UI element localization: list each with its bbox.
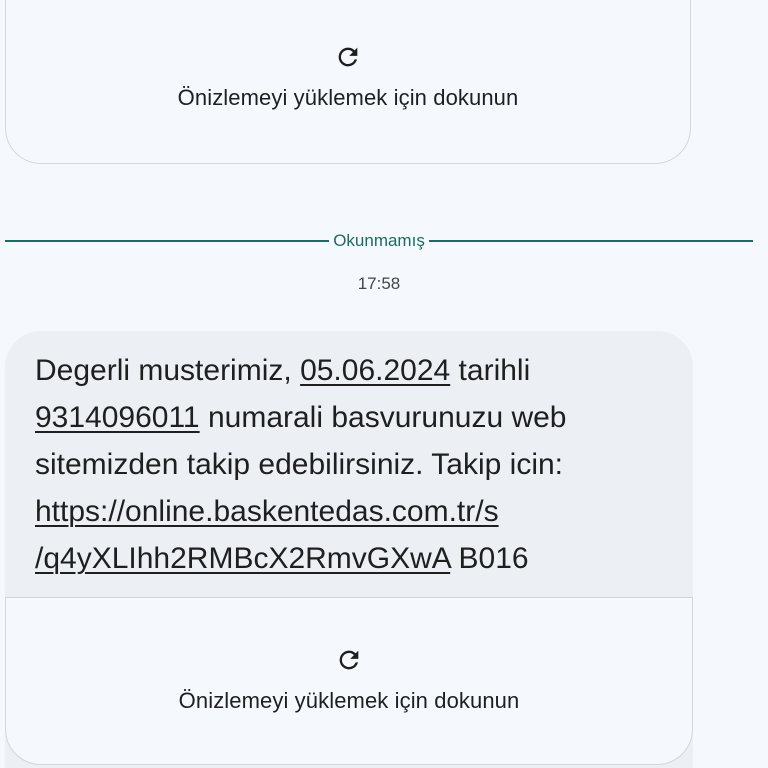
conversation-view: Önizlemeyi yüklemek için dokunun Okunmam…: [0, 0, 768, 768]
message-line-1: Degerli musterimiz, 05.06.2024 tarihli: [35, 347, 675, 394]
message-text: Degerli musterimiz, 05.06.2024 tarihli 9…: [35, 347, 675, 582]
message-line-4: https://online.baskentedas.com.tr/s: [35, 488, 675, 535]
message-line-5: /q4yXLIhh2RMBcX2RmvGXwA B016: [35, 535, 675, 582]
message-line-3: sitemizden takip edebilirsiniz. Takip ic…: [35, 441, 675, 488]
message-timestamp: 17:58: [357, 274, 401, 293]
link-preview-card-bottom[interactable]: Önizlemeyi yüklemek için dokunun: [5, 597, 693, 765]
text-segment: B016: [450, 542, 529, 575]
text-segment: tarihli: [450, 354, 531, 387]
divider-line-left: [5, 240, 330, 242]
unread-divider: Okunmamış: [5, 228, 754, 254]
link-preview-content: Önizlemeyi yüklemek için dokunun: [6, 43, 690, 111]
text-segment: sitemizden takip edebilirsiniz. Takip ic…: [35, 448, 564, 481]
preview-load-label[interactable]: Önizlemeyi yüklemek için dokunun: [178, 85, 519, 111]
url-link-part-1[interactable]: https://online.baskentedas.com.tr/s: [35, 495, 499, 528]
date-link[interactable]: 05.06.2024: [300, 354, 450, 387]
text-segment: numarali basvurunuzu web: [199, 401, 567, 434]
text-segment: Degerli musterimiz,: [35, 354, 301, 387]
unread-label: Okunmamış: [333, 231, 425, 250]
phone-number-link[interactable]: 9314096011: [35, 401, 200, 434]
divider-line-right: [428, 240, 754, 242]
link-preview-content: Önizlemeyi yüklemek için dokunun: [6, 646, 692, 714]
reload-icon[interactable]: [334, 43, 362, 71]
link-preview-card-top[interactable]: Önizlemeyi yüklemek için dokunun: [5, 0, 691, 164]
message-line-2: 9314096011 numarali basvurunuzu web: [35, 394, 675, 441]
url-link-part-2[interactable]: /q4yXLIhh2RMBcX2RmvGXwA: [35, 542, 450, 575]
preview-load-label[interactable]: Önizlemeyi yüklemek için dokunun: [179, 688, 520, 714]
reload-icon[interactable]: [335, 646, 363, 674]
